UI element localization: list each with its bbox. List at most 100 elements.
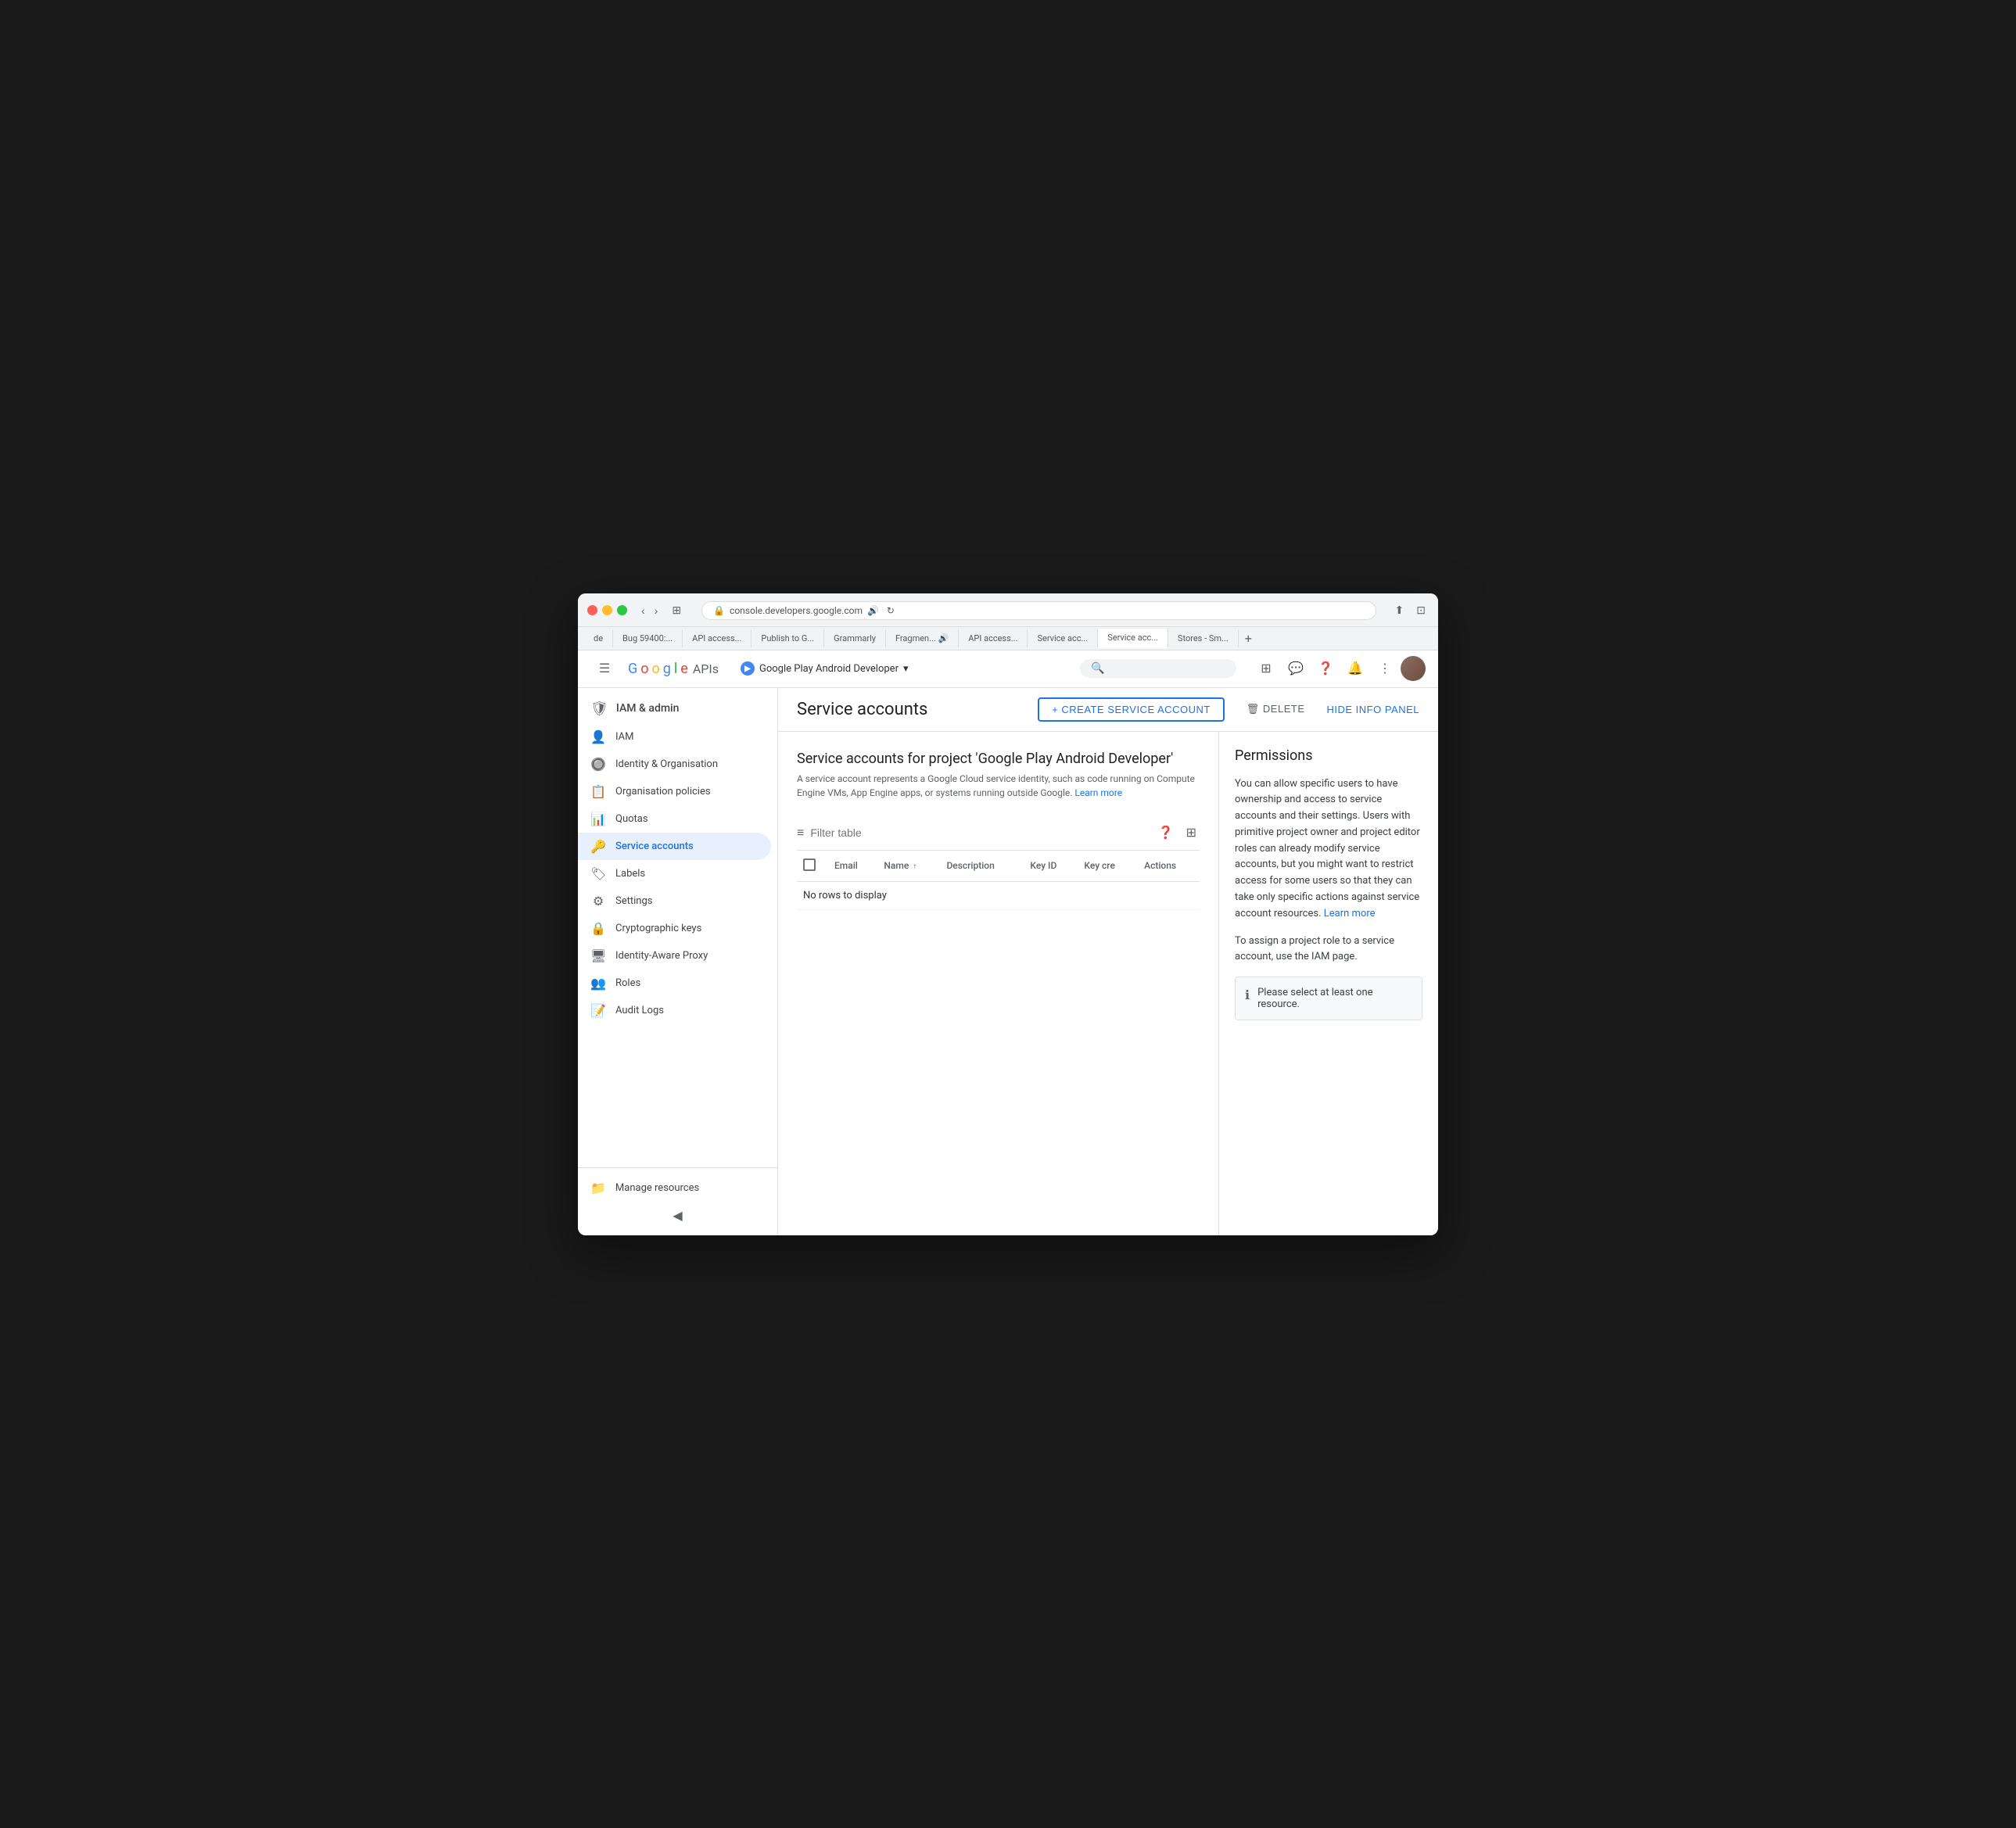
table-empty-row: No rows to display (797, 881, 1200, 909)
sidebar-item-quotas[interactable]: 📊 Quotas (578, 805, 771, 833)
sidebar-item-org-policies[interactable]: 📋 Organisation policies (578, 778, 771, 805)
sidebar-label-settings: Settings (615, 895, 652, 907)
user-avatar[interactable] (1401, 656, 1426, 681)
browser-tab-stores[interactable]: Stores - Sm... (1168, 629, 1239, 647)
sidebar-item-audit-logs[interactable]: 📝 Audit Logs (578, 997, 771, 1024)
browser-tab-de[interactable]: de (584, 629, 613, 647)
more-menu-button[interactable]: ⋮ (1371, 654, 1399, 683)
help-icon-button[interactable]: ❓ (1311, 654, 1340, 683)
project-selector[interactable]: ▶ Google Play Android Developer ▾ (734, 658, 915, 679)
filter-help-button[interactable]: ❓ (1155, 822, 1177, 844)
logo-e-red: e (680, 661, 688, 677)
logo-o-yellow: o (652, 661, 660, 677)
section-description: A service account represents a Google Cl… (797, 772, 1200, 800)
description-text: A service account represents a Google Cl… (797, 773, 1195, 798)
sort-icon: ↑ (913, 862, 917, 871)
title-bar: ‹ › ⊞ 🔒 console.developers.google.com 🔊 … (578, 593, 1438, 626)
sidebar-collapse-button[interactable]: ◀ (578, 1202, 777, 1229)
sidebar-label-audit: Audit Logs (615, 1005, 664, 1016)
sidebar-item-crypto-keys[interactable]: 🔒 Cryptographic keys (578, 915, 771, 942)
identity-icon: 🔘 (590, 757, 606, 772)
sidebar-item-iap[interactable]: 🖥 Identity-Aware Proxy (578, 942, 771, 970)
sidebar-item-settings[interactable]: ⚙ Settings (578, 887, 771, 915)
tabs-bar: de Bug 59400:... API access... Publish t… (578, 626, 1438, 650)
browser-tab-api2[interactable]: API access... (959, 629, 1028, 647)
browser-tab-publish[interactable]: Publish to G... (752, 629, 824, 647)
permissions-text-1: You can allow specific users to have own… (1235, 778, 1420, 919)
manage-resources-item[interactable]: 📁 Manage resources (578, 1174, 777, 1202)
sidebar-item-iam[interactable]: 👤 IAM (578, 723, 771, 751)
search-input[interactable] (1110, 663, 1204, 675)
minimize-button[interactable] (602, 605, 612, 615)
address-bar[interactable]: 🔒 console.developers.google.com 🔊 ↻ (701, 601, 1376, 620)
header-search[interactable]: 🔍 (1080, 659, 1236, 678)
iap-icon: 🖥 (590, 948, 606, 963)
org-policies-icon: 📋 (590, 784, 606, 799)
table-header-actions: Actions (1138, 851, 1200, 882)
permissions-title: Permissions (1235, 747, 1422, 764)
create-service-account-button[interactable]: + CREATE SERVICE ACCOUNT (1038, 697, 1225, 722)
learn-more-link[interactable]: Learn more (1074, 787, 1122, 798)
new-tab-button[interactable]: + (1239, 627, 1258, 650)
main-content: Service accounts for project 'Google Pla… (778, 732, 1219, 1235)
share-button[interactable]: ⬆ (1392, 602, 1408, 618)
browser-tab-service1[interactable]: Service acc... (1028, 629, 1098, 647)
nav-buttons: ‹ › (638, 603, 661, 618)
project-name: Google Play Android Developer (759, 663, 899, 675)
table-header-row: Email Name ↑ Description Key ID Key cre … (797, 851, 1200, 882)
new-tab-action[interactable]: ⊡ (1413, 602, 1429, 618)
content-area: Service accounts + CREATE SERVICE ACCOUN… (778, 688, 1438, 1235)
sidebar-label-iam: IAM (615, 731, 633, 743)
table-header-name[interactable]: Name ↑ (877, 851, 940, 882)
sidebar-item-roles[interactable]: 👥 Roles (578, 970, 771, 997)
browser-window: ‹ › ⊞ 🔒 console.developers.google.com 🔊 … (578, 593, 1438, 1235)
sidebar-bottom: 📁 Manage resources ◀ (578, 1167, 777, 1235)
quotas-icon: 📊 (590, 812, 606, 826)
logo-g-blue: G (628, 661, 637, 677)
sidebar-nav: 👤 IAM 🔘 Identity & Organisation 📋 Organi… (578, 723, 777, 1167)
close-button[interactable] (587, 605, 597, 615)
addr-icons: 🔊 ↻ (867, 605, 895, 616)
notifications-button[interactable]: 🔔 (1341, 654, 1369, 683)
hamburger-menu[interactable]: ☰ (590, 654, 619, 683)
sidebar-item-service-accounts[interactable]: 🔑 Service accounts (578, 833, 771, 860)
select-all-checkbox[interactable] (803, 858, 816, 871)
filter-input[interactable] (810, 826, 1148, 839)
permissions-learn-more[interactable]: Learn more (1324, 908, 1376, 919)
traffic-lights (587, 605, 627, 615)
forward-button[interactable]: › (651, 603, 662, 618)
browser-chrome: ‹ › ⊞ 🔒 console.developers.google.com 🔊 … (578, 593, 1438, 651)
sidebar-item-identity[interactable]: 🔘 Identity & Organisation (578, 751, 771, 778)
sidebar-title: IAM & admin (616, 702, 680, 715)
iam-icon: 👤 (590, 729, 606, 744)
main-layout: 🛡 IAM & admin 👤 IAM 🔘 Identity & Organis… (578, 688, 1438, 1235)
refresh-icon[interactable]: ↻ (887, 605, 895, 616)
tab-view-button[interactable]: ⊞ (667, 602, 686, 618)
apps-icon-button[interactable]: ⊞ (1252, 654, 1280, 683)
logo-o-red: o (640, 661, 648, 677)
browser-tab-bug[interactable]: Bug 59400:... (613, 629, 683, 647)
chat-icon-button[interactable]: 💬 (1282, 654, 1310, 683)
browser-tab-fragmen[interactable]: Fragmen... 🔊 (886, 629, 959, 647)
browser-tab-grammarly[interactable]: Grammarly (824, 629, 886, 647)
content-header: Service accounts + CREATE SERVICE ACCOUN… (778, 688, 1438, 732)
sidebar-label-roles: Roles (615, 977, 640, 989)
browser-tab-service2[interactable]: Service acc... (1098, 629, 1168, 648)
settings-icon: ⚙ (590, 894, 606, 909)
crypto-icon: 🔒 (590, 921, 606, 936)
table-header-email: Email (828, 851, 877, 882)
sidebar-item-labels[interactable]: 🏷 Labels (578, 860, 771, 887)
data-table: Email Name ↑ Description Key ID Key cre … (797, 851, 1200, 910)
iam-shield-icon: 🛡 (590, 701, 608, 717)
maximize-button[interactable] (617, 605, 627, 615)
page-title: Service accounts (797, 700, 1028, 719)
hide-info-panel-button[interactable]: HIDE INFO PANEL (1326, 704, 1419, 715)
browser-actions: ⬆ ⊡ (1392, 602, 1429, 618)
back-button[interactable]: ‹ (638, 603, 648, 618)
table-header-description: Description (940, 851, 1024, 882)
content-body: Service accounts for project 'Google Pla… (778, 732, 1438, 1235)
columns-button[interactable]: ⊞ (1183, 822, 1200, 844)
delete-button[interactable]: 🗑 DELETE (1234, 698, 1318, 720)
section-title: Service accounts for project 'Google Pla… (797, 751, 1200, 767)
browser-tab-api1[interactable]: API access... (683, 629, 752, 647)
